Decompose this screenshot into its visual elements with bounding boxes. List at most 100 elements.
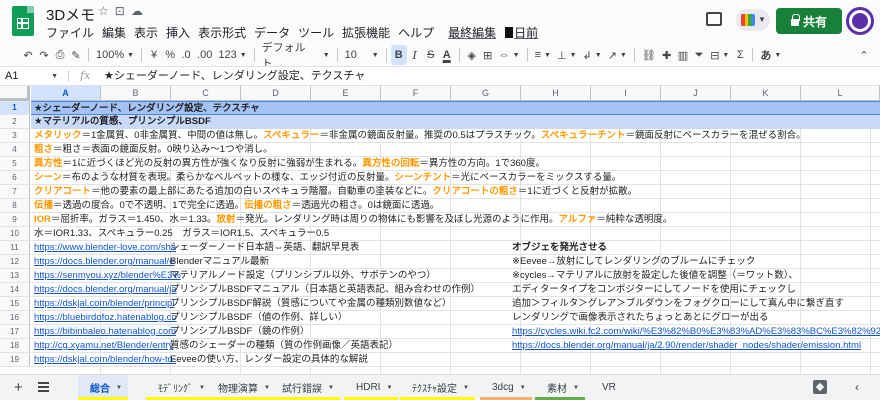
sheet-tab[interactable]: ﾓﾃﾞﾘﾝｸﾞ ▼ xyxy=(146,375,211,400)
sheet-tab[interactable]: VR xyxy=(590,375,622,400)
row-header[interactable]: 15 xyxy=(0,297,30,311)
column-header-f[interactable]: F xyxy=(381,86,451,101)
chevron-left-icon[interactable]: ‹ xyxy=(855,380,859,394)
table-row[interactable]: https://docs.blender.org/manual/e Blender… xyxy=(31,255,880,269)
zoom-select[interactable]: 100% ▼ xyxy=(93,45,137,65)
cell-a5[interactable]: 異方性＝1に近づくほど光の反射の異方性が強くなり反射に強弱が生まれる。異方性の回… xyxy=(31,157,545,171)
row-header[interactable]: 5 xyxy=(0,157,30,171)
column-header-l[interactable]: L xyxy=(801,86,880,101)
row-header[interactable]: 9 xyxy=(0,213,30,227)
column-header-k[interactable]: K xyxy=(731,86,801,101)
link-cell[interactable]: https://cycles.wiki.fc2.com/wiki/%E3%82%… xyxy=(509,325,880,339)
star-icon[interactable]: ☆ xyxy=(98,4,109,18)
add-sheet-icon[interactable]: + xyxy=(14,380,23,395)
link-cell[interactable]: https://bluebirdofoz.hatenablog.co xyxy=(31,311,177,325)
all-sheets-icon[interactable] xyxy=(38,382,49,392)
link-cell[interactable]: https://docs.blender.org/manual/ja/2.90/… xyxy=(509,339,880,353)
table-row[interactable]: https://docs.blender.org/manual/ja プリンシプル… xyxy=(31,283,880,297)
table-row[interactable]: https://dskjal.com/blender/principl プリンシプ… xyxy=(31,297,880,311)
sheet-tab[interactable]: 素材 ▼ xyxy=(535,375,585,400)
paint-format-icon[interactable]: ✎ xyxy=(68,45,84,65)
cell-a6[interactable]: シーン＝布のような材質を表現。柔らかなベルベットの様な、エッジ付近の反射量。シー… xyxy=(31,171,621,185)
select-all-corner[interactable] xyxy=(0,86,30,101)
collapse-toolbar-icon[interactable]: ⌃ xyxy=(856,45,872,65)
column-header-h[interactable]: H xyxy=(521,86,591,101)
chevron-down-icon[interactable]: ▼ xyxy=(199,385,205,391)
cell-a4[interactable]: 粗さ＝粗さ＝表面の鏡面反射。0映り込み〜1つや消し。 xyxy=(31,143,273,157)
currency-button[interactable]: ¥ xyxy=(146,45,162,65)
strikethrough-button[interactable]: S xyxy=(423,45,439,65)
table-row[interactable]: https://senmyou.xyz/blender%E3% マテリアルノード設… xyxy=(31,269,880,283)
sheet-tab[interactable]: ﾃｸｽﾁｬ設定 ▼ xyxy=(400,375,475,400)
link-cell[interactable]: https://senmyou.xyz/blender%E3% xyxy=(31,269,181,283)
percent-button[interactable]: % xyxy=(162,45,178,65)
row-header[interactable]: 17 xyxy=(0,325,30,339)
fill-color-icon[interactable]: ◈ xyxy=(464,45,480,65)
table-row[interactable]: クリアコート＝他の要素の最上部にあたる追加の白いスペキュラ階層。自動車の塗装など… xyxy=(31,185,880,199)
cell-a2[interactable]: ★マテリアルの質感、プリンシプルBSDF xyxy=(31,115,211,129)
cell-a1[interactable]: ★シェーダーノード、レンダリング設定、テクスチャ xyxy=(31,102,260,116)
link-cell[interactable]: https://dskjal.com/blender/how-to- xyxy=(31,353,176,367)
table-row[interactable]: https://www.blender-love.com/sha シェーダーノード… xyxy=(31,241,880,255)
text-wrap-icon[interactable]: ↲ ▼ xyxy=(580,45,605,65)
functions-icon[interactable]: Σ xyxy=(732,45,748,65)
table-row[interactable]: 伝播＝透過の度合。0で不透明、1で完全に透過。伝播の粗さ＝透過光の粗さ。0は鏡面… xyxy=(31,199,880,213)
name-box[interactable]: A1 ▼ xyxy=(0,67,64,85)
table-row[interactable]: https://bluebirdofoz.hatenablog.co プリンシプル… xyxy=(31,311,880,325)
link-cell[interactable]: https://docs.blender.org/manual/ja xyxy=(31,283,177,297)
redo-icon[interactable]: ↷ xyxy=(36,45,52,65)
last-edit-link[interactable]: 最終編集 日前 xyxy=(448,24,551,41)
description-cell[interactable]: Blenderマニュアル最新 xyxy=(167,255,269,269)
table-row[interactable]: http://cg.xyamu.net/Blender/entry 質感のシェーダ… xyxy=(31,339,880,353)
sheet-tab[interactable]: 3dcg ▼ xyxy=(480,375,532,400)
column-header-i[interactable]: I xyxy=(591,86,661,101)
bold-button[interactable]: B xyxy=(390,45,407,65)
horizontal-align-icon[interactable]: ≡ ▼ xyxy=(532,45,554,65)
link-cell[interactable]: https://docs.blender.org/manual/e xyxy=(31,255,174,269)
more-formats-button[interactable]: 123 ▼ xyxy=(215,45,249,65)
sheet-tab[interactable]: 物理演算 ▼ xyxy=(206,375,276,400)
merge-cells-icon[interactable]: ⇔ ▼ xyxy=(496,45,523,65)
chevron-down-icon[interactable]: ▼ xyxy=(573,385,579,391)
borders-icon[interactable]: ⊞ xyxy=(480,45,496,65)
row-header[interactable]: 14 xyxy=(0,283,30,297)
link-cell[interactable]: https://dskjal.com/blender/principl xyxy=(31,297,174,311)
cell-a8[interactable]: 伝播＝透過の度合。0で不透明、1で完全に透過。伝播の粗さ＝透過光の粗さ。0は鏡面… xyxy=(31,199,439,213)
cell-a10[interactable]: 水＝IOR1.33、スペキュラー0.25 ガラス＝IOR1.5、スペキュラー0.… xyxy=(31,227,329,241)
insert-link-icon[interactable]: ⛓ xyxy=(639,45,659,65)
table-row[interactable]: 粗さ＝粗さ＝表面の鏡面反射。0映り込み〜1つや消し。 xyxy=(31,143,880,157)
filter-icon[interactable]: ⏷ xyxy=(691,45,707,65)
description-cell[interactable]: 質感のシェーダーの種類（質の作例画像／英語表記） xyxy=(167,339,398,353)
filter-views-icon[interactable]: ⊟ ▼ xyxy=(707,45,732,65)
chevron-down-icon[interactable]: ▼ xyxy=(116,385,122,391)
decrease-decimal-button[interactable]: .0 xyxy=(178,45,194,65)
column-header-g[interactable]: G xyxy=(451,86,521,101)
formula-input[interactable]: ★シェーダーノード、レンダリング設定、テクスチャ xyxy=(104,67,365,85)
chevron-down-icon[interactable]: ▼ xyxy=(386,385,392,391)
row-header[interactable]: 8 xyxy=(0,199,30,213)
text-color-button[interactable]: A xyxy=(439,45,455,65)
menu-insert[interactable]: 挿入 xyxy=(166,24,195,41)
sheet-grid[interactable]: ABCDEFGHIJKL 1 2 3 4 5 6 7 8 9 10 11 12 13 14 15 16 17 18… xyxy=(0,86,880,374)
increase-decimal-button[interactable]: .00 xyxy=(194,45,215,65)
column-header-e[interactable]: E xyxy=(311,86,381,101)
move-folder-icon[interactable]: ⊡ xyxy=(115,4,125,18)
menu-extensions[interactable]: 拡張機能 xyxy=(342,24,395,41)
column-header-a[interactable]: A xyxy=(31,86,101,101)
sheet-tab[interactable]: 総合 ▼ xyxy=(78,375,128,400)
italic-button[interactable]: I xyxy=(407,45,423,65)
menu-edit[interactable]: 編集 xyxy=(102,24,131,41)
explore-icon[interactable] xyxy=(813,380,827,394)
document-title[interactable]: 3Dメモ xyxy=(46,4,95,25)
link-cell[interactable]: http://cg.xyamu.net/Blender/entry xyxy=(31,339,173,353)
cell-a9[interactable]: IOR＝屈折率。ガラス＝1.450、水＝1.33。放射＝発光。レンダリング時は周… xyxy=(31,213,672,227)
row-header[interactable]: 3 xyxy=(0,129,30,143)
link-cell[interactable]: https://www.blender-love.com/sha xyxy=(31,241,176,255)
table-row[interactable]: IOR＝屈折率。ガラス＝1.450、水＝1.33。放射＝発光。レンダリング時は周… xyxy=(31,213,880,227)
menu-help[interactable]: ヘルプ xyxy=(398,24,439,41)
row-header[interactable]: 2 xyxy=(0,115,30,129)
sheet-tab[interactable]: 試行錯誤 ▼ xyxy=(270,375,340,400)
insert-chart-icon[interactable]: ▥ xyxy=(675,45,691,65)
table-row[interactable]: https://dskjal.com/blender/how-to- Eeveeの… xyxy=(31,353,880,367)
font-size-select[interactable]: 10 ▼ xyxy=(342,45,382,65)
